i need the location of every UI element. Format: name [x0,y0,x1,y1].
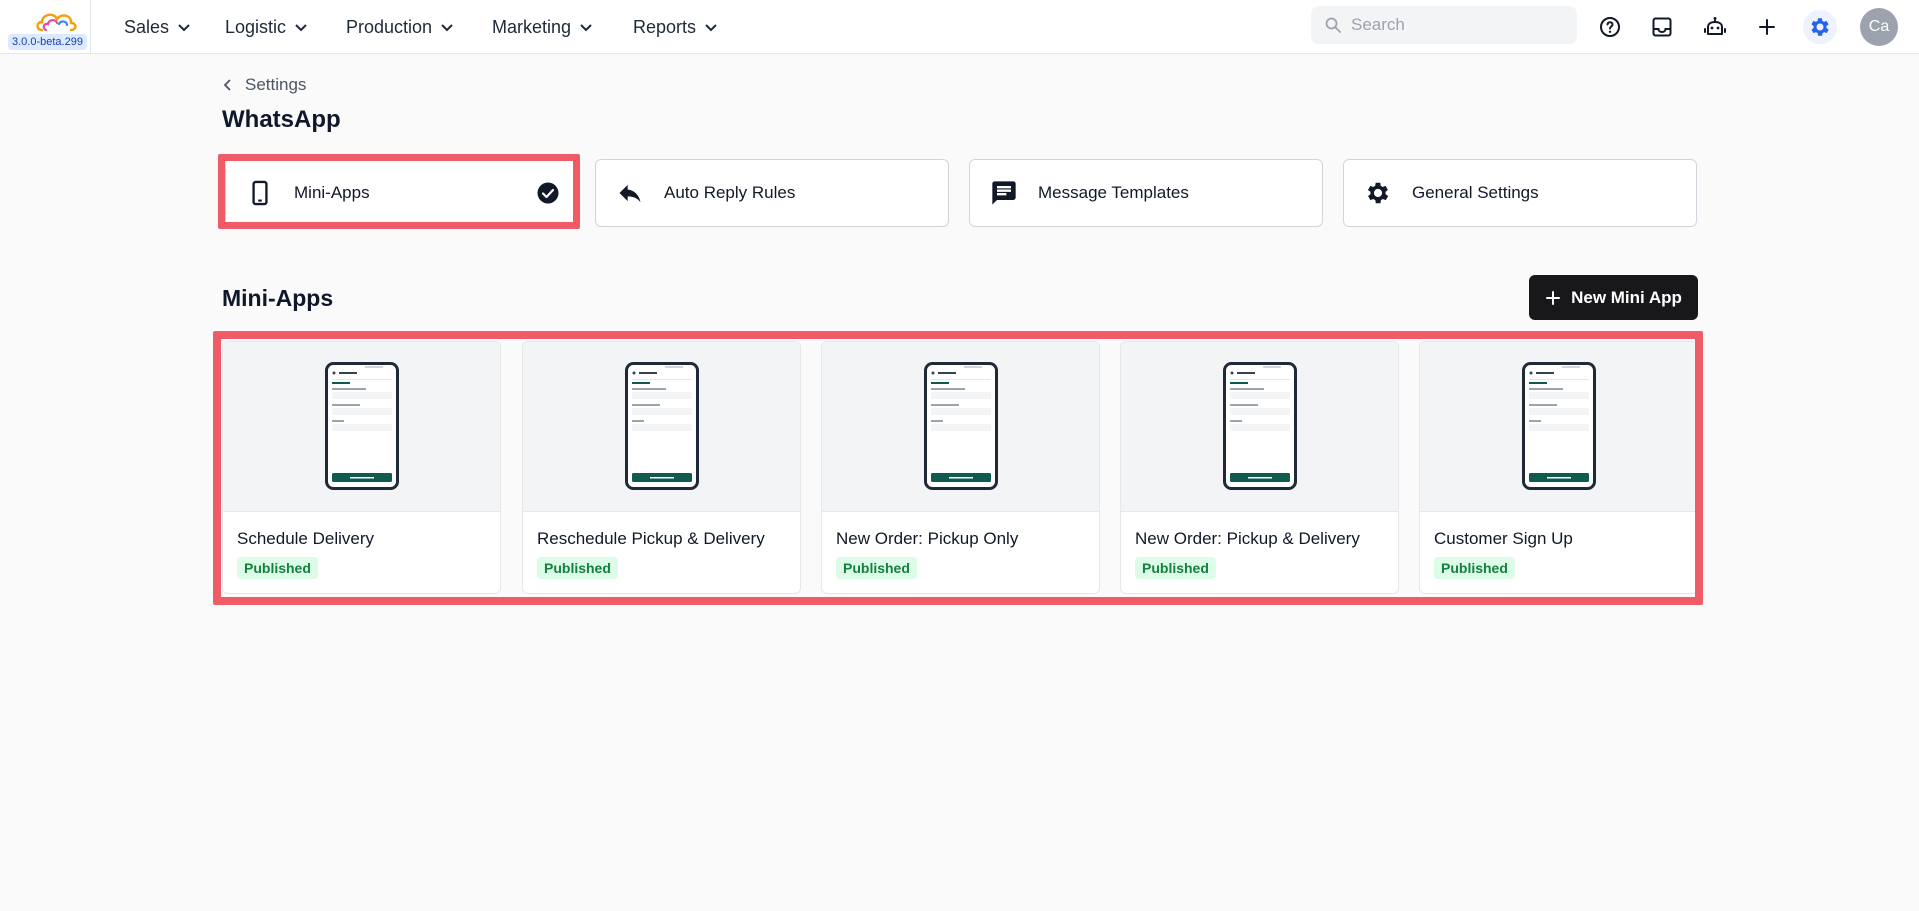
status-badge: Published [237,557,318,579]
mini-app-card[interactable]: Reschedule Pickup & Delivery Published [522,341,801,594]
tab-label: Message Templates [1038,183,1189,202]
mini-app-name: New Order: Pickup & Delivery [1135,529,1360,548]
section-title: Mini-Apps [222,285,334,311]
mini-app-name: Reschedule Pickup & Delivery [537,529,765,548]
nav-production[interactable]: Production [346,13,454,41]
create-button[interactable] [1750,10,1784,44]
tab-label: Auto Reply Rules [664,183,796,202]
chevron-down-icon [441,24,453,32]
cloud-logo-icon [36,13,77,32]
app-logo[interactable]: 3.0.0-beta.299 [8,6,92,50]
mini-app-name: Schedule Delivery [237,529,375,548]
mini-app-thumbnail [1420,342,1697,512]
tab-general-settings[interactable]: General Settings [1343,159,1697,227]
nav-marketing[interactable]: Marketing [492,13,593,41]
button-label: New Mini App [1571,287,1682,307]
status-badge: Published [836,557,917,579]
nav-label: Marketing [492,16,572,37]
tab-label: Mini-Apps [294,183,370,202]
settings-button[interactable] [1803,10,1837,44]
new-mini-app-button[interactable]: New Mini App [1529,275,1698,320]
plus-icon [1546,290,1561,305]
nav-label: Logistic [225,16,287,37]
search-box [1311,6,1577,44]
tab-mini-apps[interactable]: Mini-Apps [225,159,579,227]
phone-preview-icon [1522,362,1596,490]
mini-app-thumbnail [822,342,1099,512]
mini-app-name: Customer Sign Up [1434,529,1573,548]
plus-icon [1759,19,1775,35]
gear-icon [1364,179,1392,207]
search-icon [1325,17,1341,33]
message-icon [990,179,1018,207]
version-badge: 3.0.0-beta.299 [8,34,87,50]
status-badge: Published [1135,557,1216,579]
phone-preview-icon [924,362,998,490]
nav-label: Reports [633,16,697,37]
gear-icon [1811,18,1829,36]
mini-app-card[interactable]: New Order: Pickup & Delivery Published [1120,341,1399,594]
phone-preview-icon [625,362,699,490]
mini-app-card[interactable]: Schedule Delivery Published [222,341,501,594]
chevron-down-icon [705,24,717,32]
tab-auto-reply-rules[interactable]: Auto Reply Rules [595,159,949,227]
search-input[interactable] [1351,15,1561,35]
chevron-down-icon [178,24,190,32]
chevron-left-icon [223,79,231,91]
assistant-button[interactable] [1698,10,1732,44]
breadcrumb-back[interactable]: Settings [221,74,306,96]
user-avatar[interactable]: Ca [1860,8,1898,46]
top-navigation-bar: 3.0.0-beta.299 Sales Logistic Production… [0,0,1919,54]
phone-preview-icon [1223,362,1297,490]
mini-app-thumbnail [223,342,500,512]
chevron-down-icon [580,24,592,32]
inbox-icon [1652,17,1672,37]
smartphone-icon [246,179,274,207]
chevron-down-icon [295,24,307,32]
mini-app-card[interactable]: Customer Sign Up Published [1419,341,1698,594]
status-badge: Published [1434,557,1515,579]
mini-app-thumbnail [1121,342,1398,512]
nav-label: Production [346,16,433,37]
mini-app-name: New Order: Pickup Only [836,529,1019,548]
inbox-button[interactable] [1645,10,1679,44]
nav-label: Sales [124,16,170,37]
page-title: WhatsApp [222,106,341,133]
reply-icon [616,179,644,207]
help-circle-icon [1600,17,1620,37]
nav-reports[interactable]: Reports [633,13,718,41]
tab-label: General Settings [1412,183,1539,202]
mini-app-card[interactable]: New Order: Pickup Only Published [821,341,1100,594]
help-button[interactable] [1593,10,1627,44]
phone-preview-icon [325,362,399,490]
nav-sales[interactable]: Sales [124,13,191,41]
status-badge: Published [537,557,618,579]
robot-icon [1704,17,1726,35]
mini-app-thumbnail [523,342,800,512]
tab-message-templates[interactable]: Message Templates [969,159,1323,227]
nav-logistic[interactable]: Logistic [225,13,308,41]
topbar-divider [90,0,91,54]
breadcrumb-label: Settings [245,75,307,94]
check-circle-icon [537,182,559,204]
